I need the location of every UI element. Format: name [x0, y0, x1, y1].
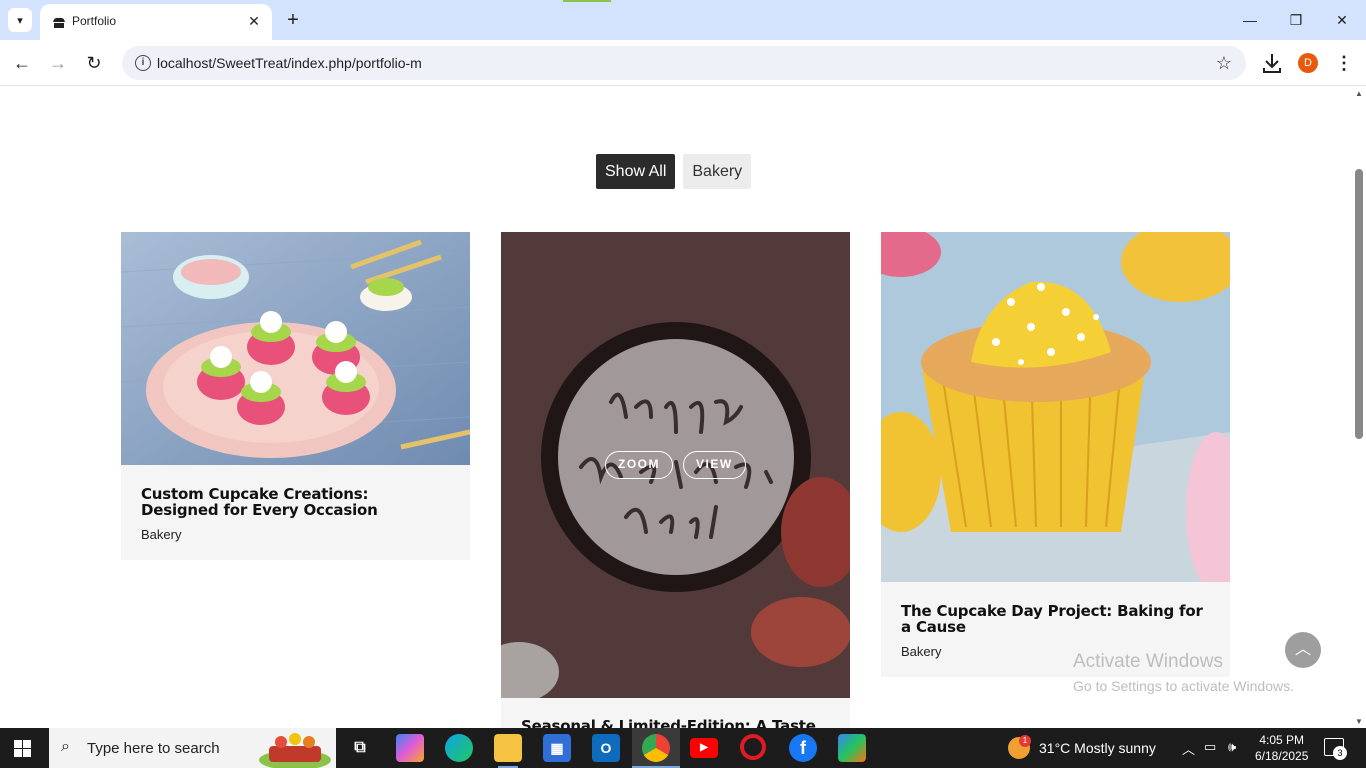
activate-windows-watermark: Activate Windows Go to Settings to activ…	[1073, 651, 1294, 694]
search-placeholder[interactable]: Type here to search	[87, 740, 220, 757]
scrollbar-thumb[interactable]	[1355, 169, 1363, 439]
browser-menu-icon[interactable]: ⋮	[1334, 51, 1354, 75]
scroll-down-arrow-icon[interactable]: ▼	[1355, 717, 1363, 726]
url-text[interactable]: localhost/SweetTreat/index.php/portfolio…	[157, 55, 422, 71]
zoom-button[interactable]: ZOOM	[605, 451, 673, 479]
outlook-icon[interactable]: O	[592, 734, 620, 762]
show-hidden-icons-chevron-icon[interactable]: ︿	[1182, 739, 1195, 758]
minimize-button[interactable]: —	[1230, 6, 1270, 34]
taskbar-search[interactable]: ⌕ Type here to search	[49, 728, 336, 768]
watermark-title: Activate Windows	[1073, 651, 1223, 672]
portfolio-card[interactable]: ZOOM VIEW Seasonal & Limited-Edition: A …	[501, 232, 850, 728]
search-icon: ⌕	[61, 738, 70, 755]
watermark-subtitle: Go to Settings to activate Windows.	[1073, 678, 1294, 694]
portfolio-card[interactable]: Custom Cupcake Creations: Designed for E…	[121, 232, 470, 560]
cupcakes-plate-image	[121, 232, 470, 465]
weather-badge: 1	[1019, 735, 1031, 747]
card-content: Seasonal & Limited-Edition: A Taste of	[501, 718, 850, 728]
active-tab[interactable]: Portfolio ✕	[40, 4, 272, 40]
back-to-top-button[interactable]: ︿	[1285, 632, 1321, 668]
system-clock[interactable]: 4:05 PM 6/18/2025	[1255, 732, 1308, 764]
microsoft-365-icon[interactable]	[838, 734, 866, 762]
scroll-up-arrow-icon[interactable]: ▲	[1355, 89, 1363, 98]
site-info-icon[interactable]: i	[135, 55, 151, 71]
close-window-button[interactable]: ✕	[1322, 6, 1362, 34]
card-title[interactable]: The Cupcake Day Project: Baking for a Ca…	[901, 603, 1210, 635]
card-title[interactable]: Seasonal & Limited-Edition: A Taste of	[521, 718, 830, 728]
clock-time: 4:05 PM	[1259, 733, 1305, 747]
youtube-icon[interactable]: ▶	[690, 738, 718, 758]
card-content: Custom Cupcake Creations: Designed for E…	[121, 486, 470, 542]
notification-count: 3	[1333, 746, 1347, 760]
filter-bakery[interactable]: Bakery	[683, 154, 752, 189]
microsoft-store-icon[interactable]: ▦	[543, 734, 571, 762]
portfolio-page: Show All Bakery Custom Cupcake Creations…	[0, 87, 1352, 728]
reload-icon[interactable]: ↻	[82, 51, 106, 75]
download-icon[interactable]	[1261, 51, 1283, 75]
view-button[interactable]: VIEW	[683, 451, 746, 479]
restore-button[interactable]: ❐	[1276, 6, 1316, 34]
card-category[interactable]: Bakery	[141, 527, 450, 542]
bookmark-star-icon[interactable]: ☆	[1216, 53, 1232, 74]
clock-date: 6/18/2025	[1255, 749, 1309, 763]
fruit-basket-highlight-icon[interactable]	[255, 730, 335, 768]
tab-group-indicator	[563, 0, 611, 2]
page-scrollbar[interactable]: ▲ ▼	[1352, 87, 1366, 728]
profile-avatar[interactable]: D	[1298, 53, 1318, 73]
back-arrow-icon[interactable]: ←	[10, 51, 34, 75]
browser-tab-strip: ▾ Portfolio ✕ + — ❐ ✕	[0, 0, 1366, 40]
tab-title: Portfolio	[72, 14, 117, 28]
file-explorer-icon[interactable]	[494, 734, 522, 762]
facebook-icon[interactable]: f	[789, 734, 817, 762]
filter-show-all[interactable]: Show All	[596, 154, 676, 189]
portfolio-filters: Show All Bakery	[596, 154, 752, 189]
copilot-icon[interactable]	[396, 734, 424, 762]
tab-close-icon[interactable]: ✕	[244, 11, 264, 31]
edge-icon[interactable]	[445, 734, 473, 762]
new-tab-button[interactable]: +	[282, 8, 304, 32]
weather-text[interactable]: 31°C Mostly sunny	[1039, 740, 1156, 756]
yellow-cupcake-image	[881, 232, 1230, 582]
forward-arrow-icon[interactable]: →	[46, 51, 70, 75]
portfolio-card[interactable]: The Cupcake Day Project: Baking for a Ca…	[881, 232, 1230, 677]
task-view-icon[interactable]: ⧉	[346, 734, 374, 762]
cupcake-favicon-icon	[53, 17, 65, 28]
tab-search-button[interactable]: ▾	[8, 8, 32, 32]
browser-toolbar: ← → ↻ i localhost/SweetTreat/index.php/p…	[0, 40, 1366, 86]
card-hover-actions: ZOOM VIEW	[605, 451, 746, 479]
windows-start-icon[interactable]	[14, 740, 31, 757]
chrome-icon[interactable]	[642, 734, 670, 762]
opera-icon[interactable]	[740, 734, 766, 760]
windows-taskbar: ⌕ Type here to search ⧉ ▦ O ▶ f 1 31°C M…	[0, 728, 1366, 768]
address-bar[interactable]: i localhost/SweetTreat/index.php/portfol…	[122, 46, 1246, 80]
card-title[interactable]: Custom Cupcake Creations: Designed for E…	[141, 486, 450, 518]
battery-icon[interactable]: ▭	[1204, 739, 1216, 755]
volume-icon[interactable]: 🕪	[1228, 739, 1236, 755]
